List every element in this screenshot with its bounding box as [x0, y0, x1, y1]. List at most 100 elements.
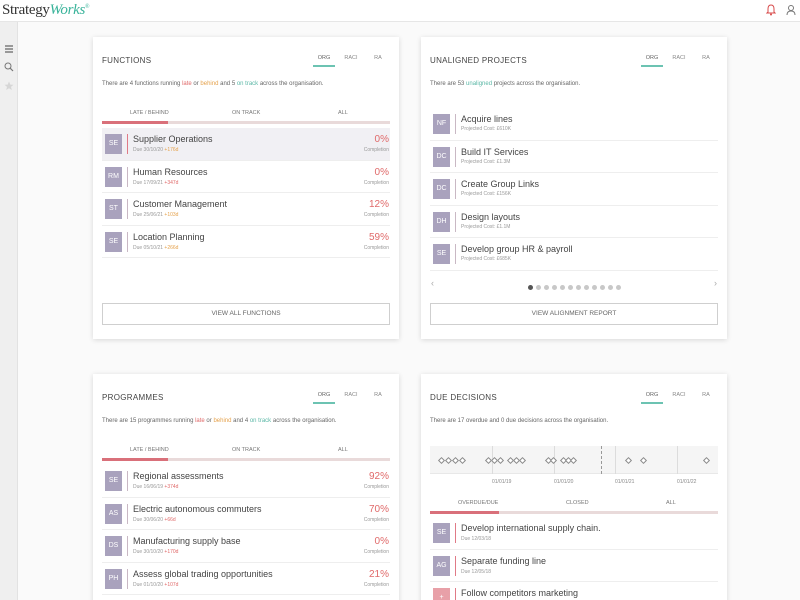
pager-dot[interactable] — [567, 285, 573, 291]
completion-value: 0% — [374, 134, 389, 145]
avatar: NF — [433, 114, 450, 134]
list-item[interactable]: + Follow competitors marketing — [430, 582, 718, 600]
decisions-list: SE Develop international supply chain. D… — [430, 517, 718, 600]
item-name: Supplier Operations — [133, 134, 213, 144]
item-name: Follow competitors marketing — [461, 588, 579, 598]
filter-on-track[interactable]: ON TRACK — [232, 110, 260, 116]
scope-tab-ra[interactable]: RA — [695, 392, 717, 404]
scope-tab-raci[interactable]: RACI — [340, 55, 362, 67]
scope-tab-org[interactable]: ORG — [313, 392, 335, 404]
unaligned-projects-card: UNALIGNED PROJECTS ORG RACI RA There are… — [421, 37, 727, 339]
brand-name: Strategy — [2, 2, 50, 18]
view-all-functions-button[interactable]: VIEW ALL FUNCTIONS — [102, 303, 390, 325]
view-alignment-report-button[interactable]: VIEW ALIGNMENT REPORT — [430, 303, 718, 325]
list-item[interactable]: DH Design layouts Projected Cost: £1.1M — [430, 206, 718, 238]
filter-late-behind[interactable]: LATE / BEHIND — [130, 447, 169, 453]
summary-text: There are 17 overdue and 0 due decisions… — [430, 418, 609, 424]
list-item[interactable]: SE Supplier Operations Due 30/10/20 +176… — [102, 128, 390, 161]
scope-tab-org[interactable]: ORG — [313, 55, 335, 67]
scope-tab-raci[interactable]: RACI — [668, 55, 690, 67]
list-item[interactable]: DS Manufacturing supply base Due 30/10/2… — [102, 530, 390, 563]
filter-late-behind[interactable]: LATE / BEHIND — [130, 110, 169, 116]
item-name: Manufacturing supply base — [133, 536, 241, 546]
functions-list: SE Supplier Operations Due 30/10/20 +176… — [102, 128, 390, 258]
item-due: Due 30/10/20 +176d — [133, 147, 179, 153]
scope-tab-ra[interactable]: RA — [367, 392, 389, 404]
filter-tabs: OVERDUE/DUE CLOSED ALL — [430, 500, 718, 514]
item-name: Customer Management — [133, 199, 228, 209]
summary-text: There are 15 programmes running late or … — [102, 418, 337, 424]
avatar: AG — [433, 555, 450, 576]
item-name: Design layouts — [461, 211, 521, 222]
summary-text: There are 4 functions running late or be… — [102, 81, 324, 87]
next-arrow-icon[interactable]: › — [714, 278, 717, 288]
avatar: DS — [105, 536, 122, 556]
pager-dot[interactable] — [575, 285, 581, 291]
search-icon[interactable] — [3, 60, 15, 72]
list-item[interactable]: SE Location Planning Due 05/10/21 +266d … — [102, 226, 390, 258]
completion-value: 92% — [368, 471, 389, 482]
pager-dot[interactable] — [559, 285, 565, 291]
list-item[interactable]: PH Assess global trading opportunities D… — [102, 563, 390, 595]
hamburger-icon[interactable] — [3, 42, 15, 54]
item-name: Regional assessments — [133, 471, 224, 481]
scope-tab-org[interactable]: ORG — [641, 55, 663, 67]
user-icon[interactable] — [786, 4, 796, 16]
list-item[interactable]: RM Human Resources Due 17/09/21 +347d 0%… — [102, 161, 390, 193]
card-title: PROGRAMMES — [102, 393, 164, 402]
avatar: SE — [433, 523, 450, 543]
list-item[interactable]: AG Separate funding line Due 12/05/18 — [430, 550, 718, 582]
star-icon[interactable] — [3, 79, 15, 91]
completion-label: Completion — [363, 549, 389, 555]
pager-dot[interactable] — [583, 285, 589, 291]
completion-label: Completion — [363, 179, 389, 186]
avatar: DC — [433, 179, 450, 199]
scope-tab-org[interactable]: ORG — [641, 392, 663, 404]
scope-tab-raci[interactable]: RACI — [340, 392, 362, 404]
list-item[interactable]: DC Build IT Services Projected Cost: £1.… — [430, 141, 718, 173]
filter-on-track[interactable]: ON TRACK — [232, 447, 260, 453]
list-item[interactable]: SE Regional assessments Due 16/06/19 +37… — [102, 465, 390, 498]
list-item[interactable]: AS Electric autonomous commuters Due 30/… — [102, 498, 390, 530]
completion-label: Completion — [363, 212, 389, 218]
scope-tabs: ORG RACI RA — [313, 392, 389, 404]
pager-dot[interactable] — [551, 285, 557, 291]
filter-active-indicator — [102, 458, 169, 461]
avatar: PH — [105, 568, 122, 589]
pager-dot[interactable] — [607, 285, 613, 291]
scope-tab-raci[interactable]: RACI — [668, 392, 690, 404]
item-due: Due 01/10/20 +107d — [133, 581, 179, 588]
completion-label: Completion — [363, 516, 389, 523]
decisions-timeline[interactable]: 01/01/19 01/01/20 01/01/21 01/01/22 — [430, 446, 718, 494]
list-item[interactable]: DC Create Group Links Projected Cost: £1… — [430, 173, 718, 206]
completion-value: 59% — [368, 231, 389, 243]
item-name: Build IT Services — [461, 146, 529, 157]
scope-tab-ra[interactable]: RA — [367, 55, 389, 67]
scope-tab-ra[interactable]: RA — [695, 55, 717, 67]
avatar: RM — [105, 166, 122, 187]
pager-dot[interactable] — [599, 285, 605, 291]
filter-all[interactable]: ALL — [338, 447, 348, 453]
list-item[interactable]: NF Acquire lines Projected Cost: £610K — [430, 108, 718, 141]
filter-all[interactable]: ALL — [666, 500, 676, 506]
bell-icon[interactable] — [766, 4, 776, 16]
list-item[interactable]: SE Develop group HR & payroll Projected … — [430, 238, 718, 271]
item-due: Due 30/06/20 +66d — [133, 516, 176, 523]
pager-dot[interactable] — [591, 285, 597, 291]
filter-closed[interactable]: CLOSED — [566, 500, 589, 506]
list-item[interactable]: SE Develop international supply chain. D… — [430, 517, 718, 550]
pager-dot[interactable] — [535, 285, 541, 291]
programmes-card: PROGRAMMES ORG RACI RA There are 15 prog… — [93, 374, 399, 600]
completion-value: 0% — [374, 536, 389, 547]
pager-dot[interactable] — [615, 285, 621, 291]
pager-dot[interactable] — [527, 285, 533, 291]
pager-dot[interactable] — [543, 285, 549, 291]
app-logo[interactable]: StrategyWorks® — [2, 2, 90, 19]
timeline-tick-label: 01/01/20 — [554, 479, 574, 485]
item-name: Assess global trading opportunities — [133, 568, 273, 579]
brand-accent: Works — [49, 2, 86, 18]
item-name: Human Resources — [133, 166, 208, 177]
list-item[interactable]: ST Customer Management Due 25/06/21 +103… — [102, 193, 390, 226]
filter-all[interactable]: ALL — [338, 110, 348, 116]
filter-overdue-due[interactable]: OVERDUE/DUE — [458, 500, 498, 506]
